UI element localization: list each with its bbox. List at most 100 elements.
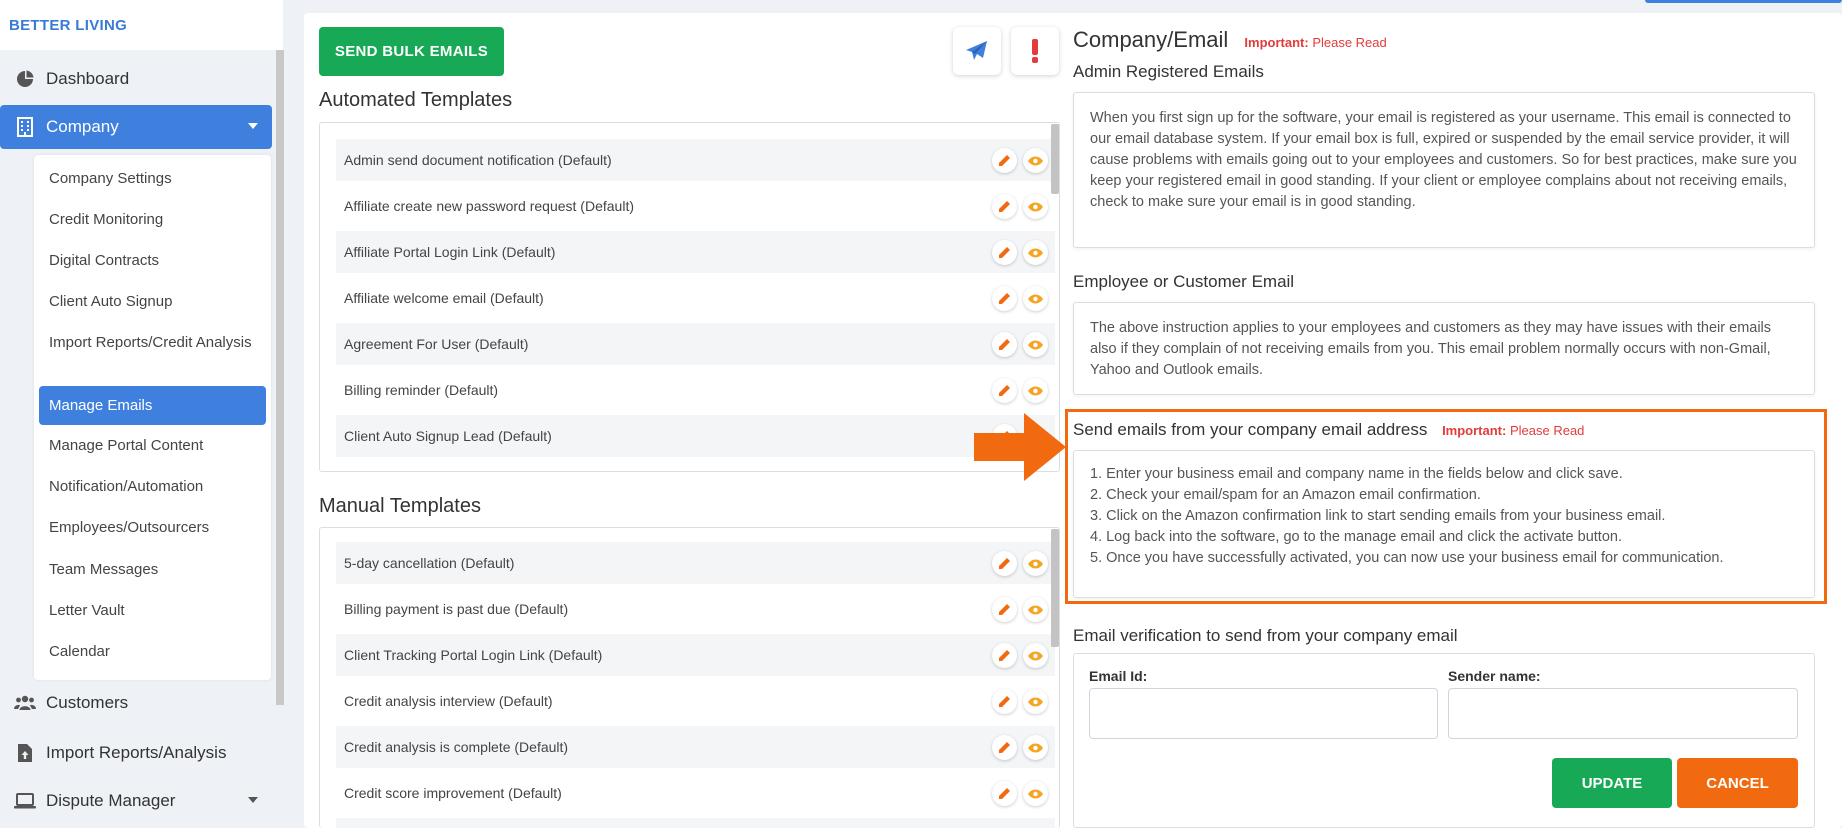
template-row[interactable]: Billing payment is past due (Default) [336, 588, 1055, 630]
template-row[interactable]: Affiliate create new password request (D… [336, 185, 1055, 227]
sidebar-item-dashboard[interactable]: Dashboard [0, 57, 272, 101]
pencil-icon[interactable] [992, 286, 1017, 311]
pencil-icon[interactable] [992, 597, 1017, 622]
template-name: Client Auto Signup Lead (Default) [344, 428, 552, 444]
eye-icon[interactable] [1023, 378, 1048, 403]
chevron-down-icon [248, 123, 258, 129]
update-button[interactable]: UPDATE [1552, 758, 1672, 808]
users-icon [14, 692, 36, 714]
template-row[interactable]: Affiliate welcome email (Default) [336, 277, 1055, 319]
template-name: Client Tracking Portal Login Link (Defau… [344, 647, 603, 663]
template-name: Billing payment is past due (Default) [344, 601, 569, 617]
eye-icon[interactable] [1023, 597, 1048, 622]
sidebar-item-import-reports[interactable]: Import Reports/Analysis [0, 731, 272, 775]
template-row[interactable]: Credit score improvement (Default) [336, 772, 1055, 814]
alert-icon-button[interactable] [1011, 27, 1059, 75]
submenu-item-company-settings[interactable]: Company Settings [39, 169, 266, 189]
page-title-text: Company/Email [1073, 27, 1229, 52]
submenu-item-letter-vault[interactable]: Letter Vault [39, 601, 266, 621]
submenu-item-employees-outsourcers[interactable]: Employees/Outsourcers [39, 518, 266, 538]
send-icon-button[interactable] [953, 27, 1001, 75]
sender-name-label: Sender name: [1448, 668, 1541, 684]
sidebar-item-label: Company [46, 117, 119, 136]
page-title: Company/Email Important: Please Read [1073, 27, 1387, 53]
brand-logo[interactable]: BETTER LIVING [0, 0, 283, 50]
submenu-item-client-auto-signup[interactable]: Client Auto Signup [39, 292, 266, 312]
submenu-item-import-reports[interactable]: Import Reports/Credit Analysis [39, 333, 266, 353]
eye-icon[interactable] [1023, 735, 1048, 760]
eye-icon[interactable] [1023, 194, 1048, 219]
paper-plane-icon [966, 41, 987, 60]
pencil-icon[interactable] [992, 643, 1017, 668]
template-name: Admin send document notification (Defaul… [344, 152, 612, 168]
sidebar-item-label: Customers [46, 693, 129, 712]
please-read-link[interactable]: Please Read [1312, 35, 1386, 50]
send-bulk-emails-button[interactable]: SEND BULK EMAILS [319, 27, 504, 76]
pie-chart-icon [14, 68, 36, 90]
eye-icon[interactable] [1023, 551, 1048, 576]
pencil-icon[interactable] [992, 332, 1017, 357]
template-row[interactable]: Agreement For User (Default) [336, 323, 1055, 365]
email-id-input[interactable] [1089, 688, 1438, 739]
template-row[interactable]: Client Tracking Portal Login Link (Defau… [336, 634, 1055, 676]
template-name: Affiliate Portal Login Link (Default) [344, 244, 556, 260]
eye-icon[interactable] [1023, 148, 1048, 173]
company-submenu: Company Settings Credit Monitoring Digit… [34, 155, 271, 680]
sender-name-input[interactable] [1448, 688, 1798, 739]
sidebar-scrollbar[interactable] [276, 50, 284, 705]
sidebar-item-label: Dispute Manager [46, 791, 176, 810]
sidebar-item-label: Import Reports/Analysis [46, 743, 227, 762]
template-row[interactable]: Credit analysis interview (Default) [336, 680, 1055, 722]
top-accent-bar [1645, 0, 1842, 3]
eye-icon[interactable] [1023, 286, 1048, 311]
pencil-icon[interactable] [992, 551, 1017, 576]
sidebar-item-company[interactable]: Company [0, 105, 272, 149]
eye-icon[interactable] [1023, 781, 1048, 806]
employee-email-info: The above instruction applies to your em… [1073, 302, 1815, 395]
template-name: Billing reminder (Default) [344, 382, 499, 398]
eye-icon[interactable] [1023, 240, 1048, 265]
building-icon [14, 116, 36, 138]
important-label: Important: [1244, 35, 1309, 50]
chevron-down-icon [248, 797, 258, 803]
template-row[interactable]: Billing reminder (Default) [336, 369, 1055, 411]
pencil-icon[interactable] [992, 735, 1017, 760]
template-row[interactable]: Admin send document notification (Defaul… [336, 139, 1055, 181]
template-row[interactable]: Client Auto Signup Lead (Default) [336, 415, 1055, 457]
important-note: Important: Please Read [1244, 35, 1386, 50]
pencil-icon[interactable] [992, 781, 1017, 806]
sidebar-item-dispute-manager[interactable]: Dispute Manager [0, 779, 272, 823]
template-row[interactable] [336, 818, 1055, 828]
automated-templates-title: Automated Templates [319, 89, 513, 111]
eye-icon[interactable] [1023, 689, 1048, 714]
submenu-item-team-messages[interactable]: Team Messages [39, 560, 266, 580]
template-row[interactable]: 5-day cancellation (Default) [336, 542, 1055, 584]
submenu-item-notification-automation[interactable]: Notification/Automation [39, 477, 266, 497]
submenu-item-manage-portal-content[interactable]: Manage Portal Content [39, 436, 266, 456]
verification-title: Email verification to send from your com… [1073, 626, 1458, 645]
submenu-item-digital-contracts[interactable]: Digital Contracts [39, 251, 266, 271]
eye-icon[interactable] [1023, 332, 1048, 357]
eye-icon[interactable] [1023, 643, 1048, 668]
pencil-icon[interactable] [992, 194, 1017, 219]
sidebar-item-label: Dashboard [46, 69, 130, 88]
submenu-item-credit-monitoring[interactable]: Credit Monitoring [39, 210, 266, 230]
pencil-icon[interactable] [992, 240, 1017, 265]
sidebar-item-customers[interactable]: Customers [0, 681, 272, 725]
template-row[interactable]: Affiliate Portal Login Link (Default) [336, 231, 1055, 273]
template-name: Credit analysis interview (Default) [344, 693, 553, 709]
pencil-icon[interactable] [992, 689, 1017, 714]
sidebar: BETTER LIVING Dashboard Company Company … [0, 0, 284, 828]
pencil-icon[interactable] [992, 378, 1017, 403]
manual-templates-scrollbar[interactable] [1051, 529, 1059, 647]
template-name: Affiliate create new password request (D… [344, 198, 634, 214]
submenu-item-manage-emails[interactable]: Manage Emails [39, 386, 266, 425]
template-name: Credit analysis is complete (Default) [344, 739, 569, 755]
cancel-button[interactable]: CANCEL [1677, 758, 1798, 808]
submenu-item-calendar[interactable]: Calendar [39, 642, 266, 662]
automated-templates-scrollbar[interactable] [1051, 124, 1059, 194]
template-row[interactable]: Credit analysis is complete (Default) [336, 726, 1055, 768]
admin-emails-title: Admin Registered Emails [1073, 62, 1264, 81]
pencil-icon[interactable] [992, 148, 1017, 173]
file-upload-icon [14, 742, 36, 764]
